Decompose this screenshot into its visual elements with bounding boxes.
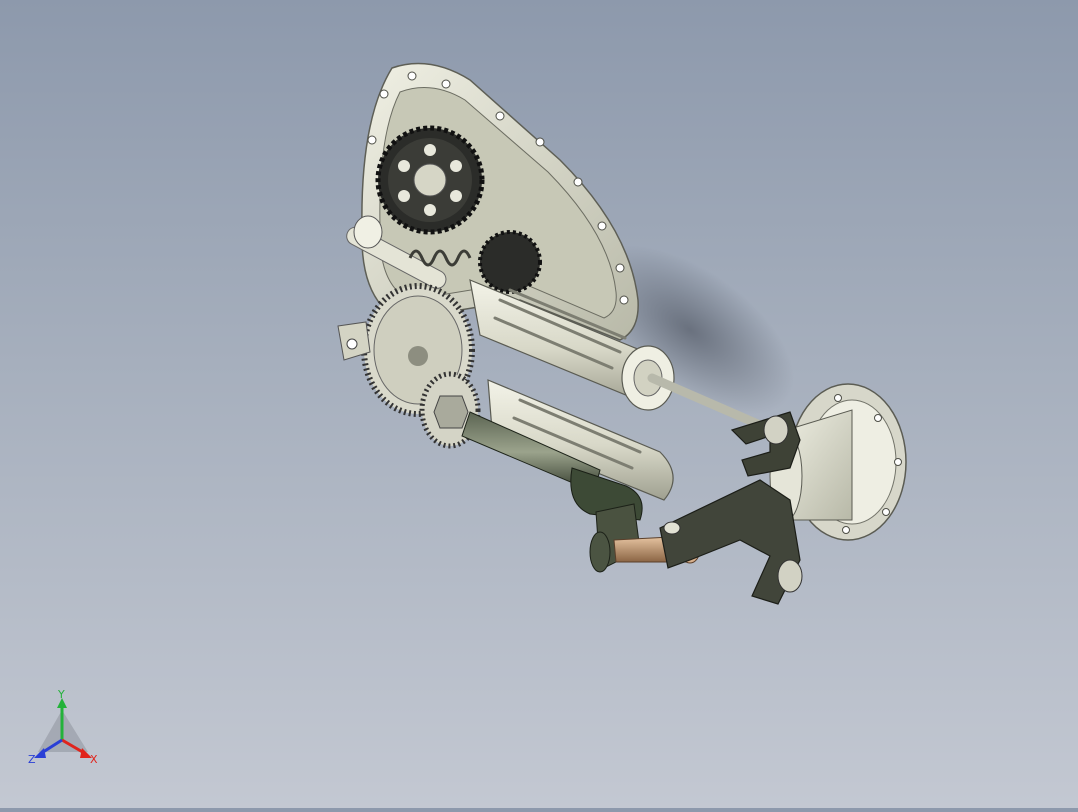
view-orientation-triad[interactable]: Y X Z <box>24 688 114 770</box>
3d-viewport[interactable]: Y X Z <box>0 0 1078 808</box>
z-axis-label: Z <box>28 753 36 766</box>
upper-spur-gear[interactable] <box>375 125 485 235</box>
linkage-bracket[interactable] <box>659 411 803 605</box>
cad-model[interactable] <box>0 0 1078 808</box>
middle-spur-gear[interactable] <box>478 230 542 294</box>
x-axis-label: X <box>90 753 98 766</box>
y-axis-label: Y <box>57 690 65 701</box>
